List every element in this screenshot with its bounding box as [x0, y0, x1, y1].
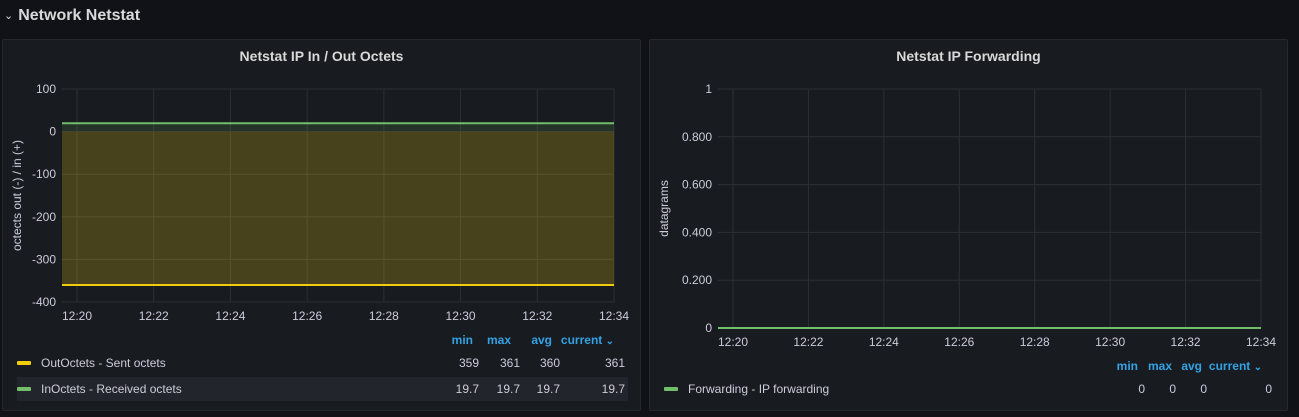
y-tick-label: 100 [36, 82, 56, 96]
x-tick-label: 12:20 [718, 335, 748, 349]
legend-row-outoctets[interactable]: OutOctets - Sent octets [17, 351, 628, 375]
y-tick-label: -400 [32, 295, 56, 309]
series-area [62, 131, 614, 285]
y-tick-label: 1 [705, 82, 712, 96]
legend-header-current-label: current [560, 333, 603, 347]
x-tick-label: 12:32 [1171, 335, 1201, 349]
x-tick-label: 12:28 [369, 309, 399, 323]
x-tick-label: 12:22 [793, 335, 823, 349]
legend-header-min[interactable]: min [435, 333, 473, 347]
octets-chart: 100 0 -100 -200 -300 -400 12:20 12:22 12:24 12:26… [10, 82, 629, 323]
row-title: Network Netstat [18, 7, 141, 24]
row-header[interactable]: ⌄ Network Netstat [4, 4, 140, 28]
series-area [62, 123, 614, 132]
y-axis-label: octects out (-) / in (+) [10, 140, 24, 251]
chevron-down-icon[interactable]: ⌄ [4, 9, 13, 22]
legend-series-name: InOctets - Received octets [41, 382, 182, 396]
legend-header-max[interactable]: max [473, 333, 511, 347]
legend-header-avg[interactable]: avg [511, 333, 552, 347]
x-tick-label: 12:30 [1095, 335, 1125, 349]
x-tick-label: 12:34 [1246, 335, 1276, 349]
legend-row-inoctets[interactable]: InOctets - Received octets [17, 377, 628, 401]
y-tick-label: 0 [49, 125, 56, 139]
x-tick-label: 12:30 [446, 309, 476, 323]
panel-netstat-ip-octets: Netstat IP In / Out Octets 100 0 -100 -200-… [2, 39, 641, 411]
legend-swatch-in [17, 387, 31, 391]
y-tick-label: 0.600 [682, 178, 712, 192]
forwarding-chart: 1 0.800 0.600 0.400 0.200 0 12:20 12:22 12:24 12:… [657, 82, 1276, 349]
legend-header-current[interactable]: current ⌄ [1202, 359, 1262, 373]
x-tick-label: 12:34 [599, 309, 629, 323]
x-tick-label: 12:24 [869, 335, 899, 349]
legend-header-current[interactable]: current ⌄ [552, 333, 614, 347]
legend-header-avg[interactable]: avg [1172, 359, 1202, 373]
x-tick-label: 12:20 [62, 309, 92, 323]
x-tick-label: 12:22 [139, 309, 169, 323]
y-axis-label: datagrams [657, 180, 671, 237]
y-tick-label: -200 [32, 210, 56, 224]
legend-swatch-out [17, 361, 31, 365]
legend-swatch-forwarding [664, 387, 678, 391]
x-tick-label: 12:24 [215, 309, 245, 323]
x-tick-label: 12:32 [522, 309, 552, 323]
legend-row-forwarding[interactable]: Forwarding - IP forwarding [664, 377, 1273, 401]
legend-series-name: Forwarding - IP forwarding [688, 382, 830, 396]
y-tick-label: 0 [705, 321, 712, 335]
x-tick-label: 12:26 [944, 335, 974, 349]
legend-header-max[interactable]: max [1138, 359, 1172, 373]
legend-header-min[interactable]: min [1105, 359, 1138, 373]
y-tick-label: -100 [32, 167, 56, 181]
y-tick-label: 0.200 [682, 273, 712, 287]
y-tick-label: 0.800 [682, 130, 712, 144]
chevron-down-icon: ⌄ [605, 336, 614, 347]
legend-series-name: OutOctets - Sent octets [41, 356, 166, 370]
x-tick-label: 12:26 [292, 309, 322, 323]
panel-netstat-ip-forwarding: Netstat IP Forwarding 1 0.800 0.600 0.400 0.… [649, 39, 1288, 411]
y-tick-label: -300 [32, 252, 56, 266]
x-tick-label: 12:28 [1020, 335, 1050, 349]
chevron-down-icon: ⌄ [1253, 362, 1262, 373]
legend-header-current-label: current [1208, 359, 1251, 373]
y-tick-label: 0.400 [682, 225, 712, 239]
